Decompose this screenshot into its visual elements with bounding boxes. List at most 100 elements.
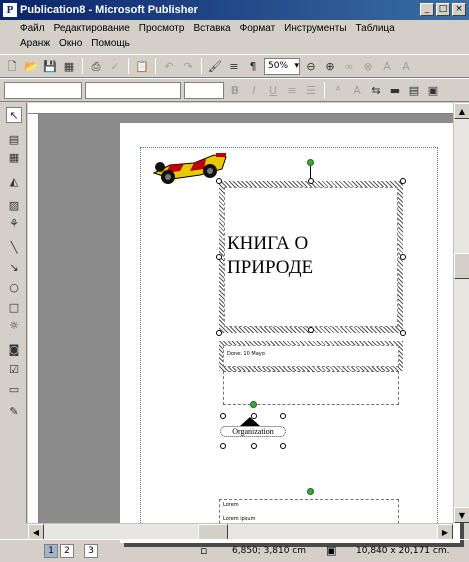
zoom-combo[interactable]: 50% ▾ xyxy=(264,57,300,75)
align-center-icon[interactable]: ☰ xyxy=(303,82,319,98)
form-control-tool-icon[interactable]: ☑ xyxy=(6,361,22,377)
horizontal-scroll-thumb[interactable] xyxy=(198,524,228,540)
rotate-handle[interactable] xyxy=(307,159,314,166)
rotate-handle[interactable] xyxy=(250,401,257,408)
wordart-tool-icon[interactable]: ◭ xyxy=(6,173,22,189)
table-frame-tool-icon[interactable]: ▦ xyxy=(6,149,22,165)
align-left-icon[interactable]: ≡ xyxy=(284,82,300,98)
menu-item-2[interactable]: Редактирование xyxy=(50,23,135,34)
menu-item-10[interactable]: Помощь xyxy=(87,38,135,49)
resize-handle-e[interactable] xyxy=(400,254,406,260)
html-code-tool-icon[interactable]: ▭ xyxy=(6,381,22,397)
underline-icon[interactable]: U xyxy=(265,82,281,98)
small-frame[interactable]: Done: 10 Mayo xyxy=(223,345,399,367)
fill-color-icon[interactable]: ▬ xyxy=(387,82,403,98)
bold-icon[interactable]: B xyxy=(227,82,243,98)
resize-handle-w[interactable] xyxy=(216,254,222,260)
design-gallery-tool-icon[interactable]: ✎ xyxy=(6,403,22,419)
italic-icon[interactable]: I xyxy=(246,82,262,98)
bottom-frame-text-2: Lorem ipsum xyxy=(223,516,256,522)
arrow-tool-icon[interactable]: ↘ xyxy=(6,259,22,275)
vertical-scrollbar[interactable]: ▲ ▼ xyxy=(453,103,469,523)
resize-handle-nw[interactable] xyxy=(216,178,222,184)
horizontal-scrollbar[interactable]: ◀ ▶ xyxy=(28,523,453,540)
menu-item-7[interactable]: Таблица xyxy=(352,23,400,34)
redo-icon[interactable]: ↷ xyxy=(180,58,196,74)
text-frame-b-icon[interactable]: A xyxy=(398,58,414,74)
paste-icon[interactable]: 📋 xyxy=(134,58,150,74)
zoom-in-icon[interactable]: ⊕ xyxy=(322,58,338,74)
vertical-ruler[interactable] xyxy=(28,114,39,523)
oval-tool-icon[interactable]: ○ xyxy=(6,279,22,295)
menu-item-1[interactable]: Файл xyxy=(16,23,50,34)
logo-handle-s[interactable] xyxy=(251,443,257,449)
open-icon[interactable]: 📂 xyxy=(23,58,39,74)
rectangle-tool-icon[interactable]: □ xyxy=(6,299,22,315)
pilcrow-icon[interactable]: ¶ xyxy=(245,58,261,74)
print-setup-icon[interactable]: ▦ xyxy=(61,58,77,74)
picture-frame-tool-icon[interactable]: ▨ xyxy=(6,197,22,213)
scroll-down-icon[interactable]: ▼ xyxy=(454,507,469,523)
menu-item-3[interactable]: Просмотр xyxy=(135,23,190,34)
scroll-left-icon[interactable]: ◀ xyxy=(28,524,44,540)
line-tool-icon[interactable]: ╲ xyxy=(6,239,22,255)
resize-handle-sw[interactable] xyxy=(216,330,222,336)
logo-handle-ne[interactable] xyxy=(280,413,286,419)
menu-item-5[interactable]: Формат xyxy=(236,23,281,34)
zoom-out-icon[interactable]: ⊖ xyxy=(303,58,319,74)
clipart-tool-icon[interactable]: ⚘ xyxy=(6,215,22,231)
menu-item-8[interactable]: Аранж xyxy=(16,38,55,49)
standard-toolbar: 🗋 📂 💾 ▦ ⎙ ✓ 📋 ↶ ↷ 🖌 ≡ ¶ 50% ▾ ⊖ ⊕ ∞ ⊗ A A xyxy=(0,54,469,78)
resize-handle-se[interactable] xyxy=(400,330,406,336)
border-icon[interactable]: ▣ xyxy=(425,82,441,98)
shadow-icon[interactable]: ▤ xyxy=(406,82,422,98)
shrink-font-icon[interactable]: A xyxy=(349,82,365,98)
undo-icon[interactable]: ↶ xyxy=(161,58,177,74)
page-button-3[interactable]: 3 xyxy=(84,544,98,558)
spell-check-icon[interactable]: ✓ xyxy=(107,58,123,74)
resize-handle-n[interactable] xyxy=(308,178,314,184)
grow-font-icon[interactable]: ᴬ xyxy=(330,82,346,98)
print-icon[interactable]: ⎙ xyxy=(88,58,104,74)
menu-item-9[interactable]: Окно xyxy=(55,38,87,49)
minimize-button[interactable]: _ xyxy=(420,3,434,16)
app-icon[interactable]: P xyxy=(3,3,17,17)
maximize-button[interactable]: □ xyxy=(436,3,450,16)
unlink-icon[interactable]: ⊗ xyxy=(360,58,376,74)
save-icon[interactable]: 💾 xyxy=(42,58,58,74)
page-button-1[interactable]: 1 xyxy=(44,544,58,558)
logo-handle-se[interactable] xyxy=(280,443,286,449)
pointer-tool-icon[interactable]: ↖ xyxy=(6,107,22,123)
scroll-up-icon[interactable]: ▲ xyxy=(454,103,469,119)
format-painter-icon[interactable]: 🖌 xyxy=(207,58,223,74)
font-size-combo[interactable] xyxy=(184,81,224,99)
publication-page[interactable]: КНИГА О ПРИРОДЕ Done: 10 Mayo Organizati… xyxy=(120,123,460,543)
resize-handle-ne[interactable] xyxy=(400,178,406,184)
text-frame-a-icon[interactable]: A xyxy=(379,58,395,74)
columns-icon[interactable]: ≡ xyxy=(226,58,242,74)
menu-item-4[interactable]: Вставка xyxy=(189,23,235,34)
logo-handle-sw[interactable] xyxy=(220,443,226,449)
new-icon[interactable]: 🗋 xyxy=(4,58,20,74)
horizontal-ruler[interactable] xyxy=(28,103,453,114)
scroll-right-icon[interactable]: ▶ xyxy=(437,524,453,540)
organization-logo[interactable]: Organization xyxy=(220,426,286,437)
close-button[interactable]: × xyxy=(452,3,466,16)
heading-frame[interactable]: КНИГА О ПРИРОДЕ xyxy=(224,187,398,327)
page-button-2[interactable]: 2 xyxy=(60,544,74,558)
rotate-handle[interactable] xyxy=(307,488,314,495)
empty-frame[interactable] xyxy=(223,371,399,405)
style-combo[interactable] xyxy=(4,81,82,99)
font-combo[interactable] xyxy=(85,81,181,99)
hotspot-tool-icon[interactable]: ◙ xyxy=(6,341,22,357)
vertical-scroll-thumb[interactable] xyxy=(454,253,469,279)
menu-item-6[interactable]: Инструменты xyxy=(280,23,351,34)
text-frame-tool-icon[interactable]: ▤ xyxy=(6,131,22,147)
link-icon[interactable]: ∞ xyxy=(341,58,357,74)
custom-shapes-tool-icon[interactable]: ☼ xyxy=(6,317,22,333)
line-spacing-icon[interactable]: ⇆ xyxy=(368,82,384,98)
logo-handle-nw[interactable] xyxy=(220,413,226,419)
heading-text[interactable]: КНИГА О ПРИРОДЕ xyxy=(227,232,397,280)
resize-handle-s[interactable] xyxy=(308,327,314,333)
formatting-toolbar: B I U ≡ ☰ ᴬ A ⇆ ▬ ▤ ▣ xyxy=(0,78,469,102)
